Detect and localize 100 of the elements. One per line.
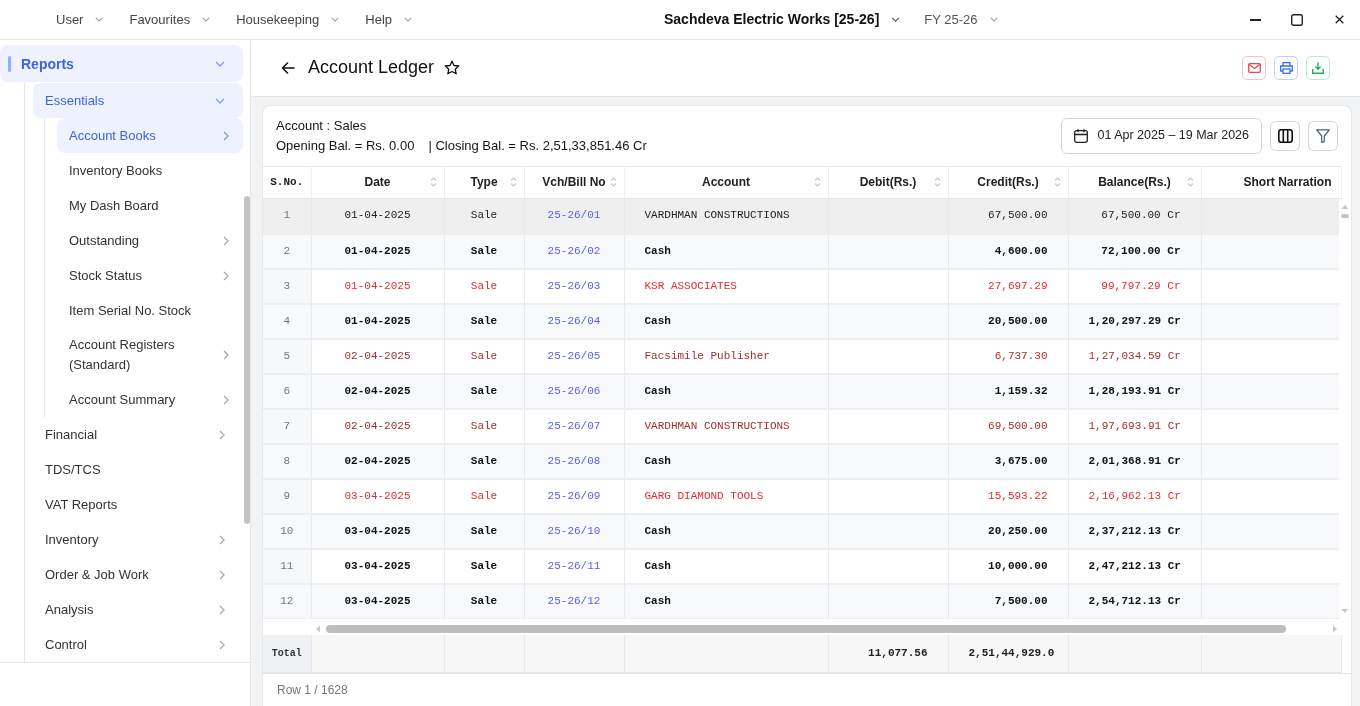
filter-button[interactable] bbox=[1308, 120, 1338, 151]
star-icon[interactable] bbox=[444, 60, 461, 76]
column-header[interactable]: Account bbox=[624, 166, 828, 199]
column-header[interactable]: Balance(Rs.) bbox=[1068, 166, 1201, 199]
scrollbar[interactable] bbox=[244, 196, 250, 524]
sidebar-item[interactable]: Financial bbox=[33, 417, 243, 452]
chevron-down-icon bbox=[202, 17, 211, 22]
table-cell: Sale bbox=[444, 478, 524, 514]
chevron-right-icon bbox=[223, 350, 229, 360]
table-row[interactable]: 8 02-04-2025 Sale 25-26/08 Cash 3,675.00 2,01,368.91 Cr bbox=[263, 443, 1339, 479]
table-cell: 1,27,034.59 Cr bbox=[1068, 338, 1201, 374]
chevron-right-icon bbox=[223, 270, 229, 281]
table-row[interactable]: 2 01-04-2025 Sale 25-26/02 Cash 4,600.00 72,100.00 Cr bbox=[263, 233, 1339, 269]
column-header[interactable]: S.No. bbox=[263, 166, 311, 199]
column-header[interactable]: Debit(Rs.) bbox=[828, 166, 948, 199]
table-row[interactable]: 10 03-04-2025 Sale 25-26/10 Cash 20,250.00 2,37,212.13 Cr bbox=[263, 513, 1339, 549]
voucher-link[interactable]: 25-26/12 bbox=[547, 594, 601, 607]
chevron-down-icon bbox=[331, 17, 340, 22]
sidebar-item[interactable]: Account Books bbox=[57, 118, 243, 153]
sidebar-item[interactable]: Account Summary bbox=[57, 382, 243, 417]
menu-button[interactable]: Favourites bbox=[119, 5, 221, 34]
columns-button[interactable] bbox=[1270, 120, 1300, 151]
table-row[interactable]: 3 01-04-2025 Sale 25-26/03 KSR ASSOCIATES 27,697.29 99,797.29 Cr bbox=[263, 268, 1339, 304]
table-row[interactable]: 1 01-04-2025 Sale 25-26/01 VARDHMAN CONSTRUCTIONS 67,500.00 67,500.00 Cr bbox=[263, 198, 1339, 234]
download-button[interactable] bbox=[1306, 56, 1330, 80]
table-row[interactable]: 12 03-04-2025 Sale 25-26/12 Cash 7,500.00 2,54,712.13 Cr bbox=[263, 583, 1339, 619]
sort-icon[interactable] bbox=[509, 177, 517, 188]
row-number: 3 bbox=[263, 268, 311, 304]
column-header[interactable]: Vch/Bill No bbox=[524, 166, 624, 199]
voucher-link[interactable]: 25-26/08 bbox=[547, 454, 601, 467]
voucher-link[interactable]: 25-26/06 bbox=[547, 384, 601, 397]
sidebar-item[interactable]: Analysis bbox=[33, 592, 243, 627]
sidebar-item[interactable]: Control bbox=[33, 627, 243, 662]
sidebar-item[interactable]: Item Serial No. Stock bbox=[57, 293, 243, 328]
sidebar-item[interactable]: TDS/TCS bbox=[33, 452, 243, 487]
close-icon bbox=[1334, 15, 1344, 24]
table-cell: 72,100.00 Cr bbox=[1068, 233, 1201, 269]
table-cell: Facsimile Publisher bbox=[624, 338, 828, 374]
voucher-link[interactable]: 25-26/05 bbox=[547, 349, 601, 362]
table-cell: 1,20,297.29 Cr bbox=[1068, 303, 1201, 339]
printer-icon bbox=[1279, 62, 1293, 74]
voucher-link[interactable]: 25-26/09 bbox=[547, 489, 601, 502]
fiscal-year-selector[interactable]: FY 25-26 bbox=[914, 5, 1008, 34]
company-selector[interactable]: Sachdeva Electric Works [25-26] bbox=[654, 5, 911, 34]
table-row[interactable]: 7 02-04-2025 Sale 25-26/07 VARDHMAN CONSTRUCTIONS 69,500.00 1,97,693.91 Cr bbox=[263, 408, 1339, 444]
column-header[interactable]: Date bbox=[311, 166, 444, 199]
table-row[interactable]: 6 02-04-2025 Sale 25-26/06 Cash 1,159.32 1,28,193.91 Cr bbox=[263, 373, 1339, 409]
sidebar-item[interactable]: Account Registers (Standard) bbox=[57, 328, 243, 382]
print-button[interactable] bbox=[1274, 56, 1298, 80]
sidebar-item[interactable]: Outstanding bbox=[57, 223, 243, 258]
sidebar-item[interactable]: Inventory bbox=[33, 522, 243, 557]
sidebar-item[interactable]: Order & Job Work bbox=[33, 557, 243, 592]
sidebar-item[interactable]: Reports bbox=[0, 45, 243, 82]
menu-button[interactable]: Housekeeping bbox=[226, 5, 350, 34]
voucher-link[interactable]: 25-26/11 bbox=[547, 559, 601, 572]
sort-icon[interactable] bbox=[609, 177, 617, 188]
table-row[interactable]: 11 03-04-2025 Sale 25-26/11 Cash 10,000.00 2,47,212.13 Cr bbox=[263, 548, 1339, 584]
table-cell: 99,797.29 Cr bbox=[1068, 268, 1201, 304]
chevron-down-icon bbox=[989, 17, 998, 22]
column-header[interactable]: Credit(Rs.) bbox=[948, 166, 1068, 199]
table-cell: Sale bbox=[444, 198, 524, 234]
table-row[interactable]: 9 03-04-2025 Sale 25-26/09 GARG DIAMOND TOOLS 15,593.22 2,16,962.13 Cr bbox=[263, 478, 1339, 514]
table-cell: 03-04-2025 bbox=[311, 478, 444, 514]
calendar-icon bbox=[1074, 128, 1089, 143]
column-header[interactable]: Short Narration bbox=[1201, 166, 1341, 199]
voucher-link[interactable]: 25-26/01 bbox=[547, 209, 601, 222]
total-cell: 11,077.56 bbox=[828, 634, 948, 673]
chevron-right-icon bbox=[223, 394, 229, 405]
sidebar-item[interactable]: My Dash Board bbox=[57, 188, 243, 223]
sidebar-item[interactable]: VAT Reports bbox=[33, 487, 243, 522]
voucher-link[interactable]: 25-26/07 bbox=[547, 419, 601, 432]
menu-button[interactable]: User bbox=[46, 5, 114, 34]
maximize-icon bbox=[1291, 13, 1303, 26]
row-number: 9 bbox=[263, 478, 311, 514]
back-arrow-icon[interactable] bbox=[281, 62, 295, 74]
sort-icon[interactable] bbox=[933, 177, 941, 188]
voucher-link[interactable]: 25-26/04 bbox=[547, 314, 601, 327]
sort-icon[interactable] bbox=[813, 177, 821, 188]
voucher-link[interactable]: 25-26/10 bbox=[547, 524, 601, 537]
row-number: 5 bbox=[263, 338, 311, 374]
table-cell: Cash bbox=[624, 548, 828, 584]
table-cell: Sale bbox=[444, 268, 524, 304]
table-cell: 03-04-2025 bbox=[311, 548, 444, 584]
email-button[interactable] bbox=[1242, 56, 1266, 80]
sort-icon[interactable] bbox=[1186, 177, 1194, 188]
total-cell: 2,51,44,929.0 bbox=[948, 634, 1068, 673]
voucher-link[interactable]: 25-26/02 bbox=[547, 244, 601, 257]
menu-button[interactable]: Help bbox=[355, 5, 423, 34]
table-row[interactable]: 5 02-04-2025 Sale 25-26/05 Facsimile Publisher 6,737.30 1,27,034.59 Cr bbox=[263, 338, 1339, 374]
sort-icon[interactable] bbox=[1053, 177, 1061, 188]
sidebar-item[interactable]: Essentials bbox=[33, 83, 243, 118]
voucher-link[interactable]: 25-26/03 bbox=[547, 279, 601, 292]
sidebar-item[interactable]: Stock Status bbox=[57, 258, 243, 293]
opening-balance: Opening Bal. = Rs. 0.00 bbox=[276, 136, 415, 155]
column-header[interactable]: Type bbox=[444, 166, 524, 199]
sort-icon[interactable] bbox=[429, 177, 437, 188]
table-row[interactable]: 4 01-04-2025 Sale 25-26/04 Cash 20,500.00 1,20,297.29 Cr bbox=[263, 303, 1339, 339]
chevron-right-icon bbox=[219, 534, 225, 545]
date-range-button[interactable]: 01 Apr 2025 – 19 Mar 2026 bbox=[1061, 117, 1262, 154]
sidebar-item[interactable]: Inventory Books bbox=[57, 153, 243, 188]
